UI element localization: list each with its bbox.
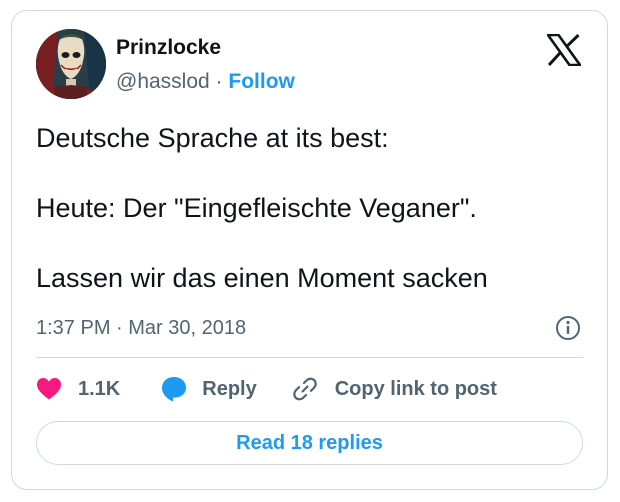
speech-bubble-icon: [162, 377, 187, 402]
post-text-paragraph: Lassen wir das einen Moment sacken: [36, 263, 488, 293]
action-bar: 1.1K Reply Copy link to post: [36, 373, 497, 405]
like-button[interactable]: 1.1K: [36, 377, 120, 401]
reply-label: Reply: [202, 377, 257, 400]
heart-icon: [37, 378, 61, 400]
info-icon[interactable]: [555, 315, 581, 341]
follow-button[interactable]: Follow: [228, 70, 295, 93]
separator-dot: ·: [215, 70, 223, 93]
avatar[interactable]: [36, 29, 106, 99]
read-replies-button[interactable]: Read 18 replies: [36, 421, 583, 465]
post-text-paragraph: Heute: Der "Eingefleischte Veganer".: [36, 193, 477, 223]
link-icon: [292, 377, 317, 401]
post-timestamp[interactable]: 1:37 PM · Mar 30, 2018: [36, 315, 246, 341]
embedded-post-card: Prinzlocke @hasslod · Follow Deutsche Sp…: [11, 10, 608, 490]
author-handle-row: @hasslod · Follow: [116, 69, 295, 95]
avatar-image: [36, 29, 106, 99]
author-display-name[interactable]: Prinzlocke: [116, 35, 221, 61]
copy-link-button[interactable]: Copy link to post: [291, 375, 497, 403]
post-text: Deutsche Sprache at its best: Heute: Der…: [36, 121, 586, 295]
divider: [36, 357, 583, 358]
reply-button[interactable]: Reply: [160, 375, 257, 403]
copy-link-label: Copy link to post: [334, 377, 497, 400]
author-handle[interactable]: @hasslod: [116, 70, 210, 93]
x-logo-icon[interactable]: [547, 34, 581, 66]
like-count: 1.1K: [78, 377, 121, 400]
post-text-paragraph: Deutsche Sprache at its best:: [36, 123, 389, 153]
